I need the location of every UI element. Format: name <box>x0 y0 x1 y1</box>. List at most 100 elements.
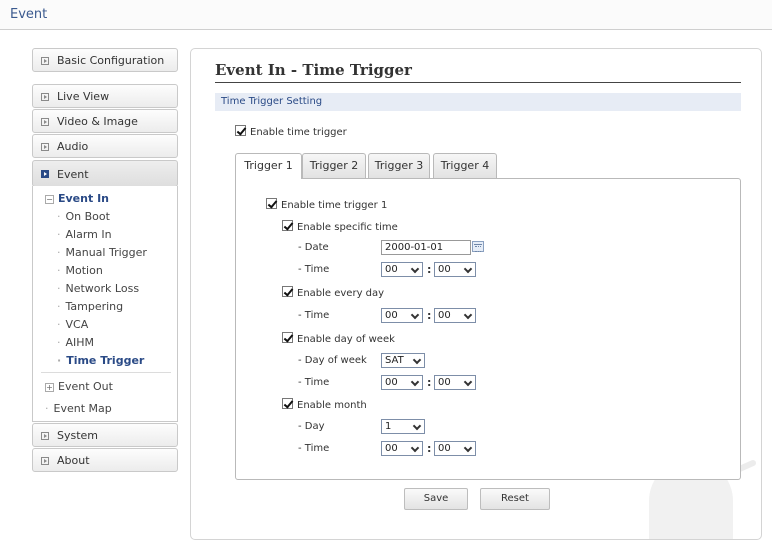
submenu-item-alarm-in[interactable]: · Alarm In <box>57 228 112 241</box>
month-day-select[interactable]: 1 <box>381 419 425 434</box>
submenu-item-label: Time Trigger <box>66 354 145 367</box>
submenu-item-vca[interactable]: · VCA <box>57 318 88 331</box>
chevron-down-icon <box>410 310 420 320</box>
enable-specific-time-label: Enable specific time <box>297 222 398 233</box>
sidebar-item-label: Event <box>57 168 89 181</box>
submenu-event-map[interactable]: · Event Map <box>45 402 112 415</box>
tab-content-trigger-1: Enable time trigger 1 Enable specific ti… <box>235 178 741 480</box>
submenu-item-tampering[interactable]: · Tampering <box>57 300 123 313</box>
day-of-week-select[interactable]: SAT <box>381 353 425 368</box>
submenu-event-in[interactable]: − Event In <box>45 192 109 205</box>
enable-every-day[interactable]: Enable every day <box>282 286 384 299</box>
enable-day-of-week-label: Enable day of week <box>297 334 395 345</box>
top-bar: Event <box>0 0 772 30</box>
sidebar-item-about[interactable]: About <box>32 448 178 472</box>
submenu-item-manual-trigger[interactable]: · Manual Trigger <box>57 246 147 259</box>
expand-icon[interactable]: + <box>45 383 54 392</box>
time-label: - Time <box>298 377 330 388</box>
tab-trigger-2[interactable]: Trigger 2 <box>302 153 366 178</box>
expand-arrow-icon <box>41 457 49 465</box>
section-header-label: Time Trigger Setting <box>221 96 323 107</box>
save-button[interactable]: Save <box>404 488 468 510</box>
submenu-item-label: Motion <box>65 264 103 277</box>
select-value: 00 <box>385 264 398 275</box>
sidebar-item-event[interactable]: Event <box>32 160 178 187</box>
submenu-item-label: Alarm In <box>65 228 112 241</box>
page-title: Event In - Time Trigger <box>215 61 412 79</box>
chevron-down-icon <box>463 377 473 387</box>
day-of-week-minute-select[interactable]: 00 <box>434 375 476 390</box>
expand-arrow-icon <box>41 170 49 178</box>
every-day-hour-select[interactable]: 00 <box>381 308 423 323</box>
sidebar-item-live-view[interactable]: Live View <box>32 84 178 108</box>
select-value: SAT <box>385 355 404 366</box>
reset-button[interactable]: Reset <box>480 488 550 510</box>
tab-trigger-1[interactable]: Trigger 1 <box>235 153 302 179</box>
sidebar-item-label: About <box>57 454 90 467</box>
select-value: 00 <box>438 264 451 275</box>
divider <box>41 372 171 373</box>
enable-month-checkbox[interactable] <box>282 398 293 409</box>
enable-month-label: Enable month <box>297 400 367 411</box>
time-label: - Time <box>298 264 330 275</box>
day-of-week-hour-select[interactable]: 00 <box>381 375 423 390</box>
month-hour-select[interactable]: 00 <box>381 441 423 456</box>
enable-trigger-1[interactable]: Enable time trigger 1 <box>266 198 387 211</box>
sidebar-item-label: Basic Configuration <box>57 54 165 67</box>
sidebar-item-system[interactable]: System <box>32 423 178 447</box>
specific-minute-select[interactable]: 00 <box>434 262 476 277</box>
expand-arrow-icon <box>41 118 49 126</box>
enable-time-trigger[interactable]: Enable time trigger <box>235 125 347 138</box>
chevron-down-icon <box>412 421 422 431</box>
select-value: 00 <box>385 377 398 388</box>
collapse-icon[interactable]: − <box>45 195 54 204</box>
enable-trigger-1-label: Enable time trigger 1 <box>281 200 388 211</box>
sidebar-item-label: Audio <box>57 140 89 153</box>
chevron-down-icon <box>463 443 473 453</box>
submenu-item-label: AIHM <box>65 336 95 349</box>
chevron-down-icon <box>410 264 420 274</box>
date-field[interactable]: 2000-01-01 <box>381 240 471 255</box>
tab-trigger-3[interactable]: Trigger 3 <box>368 153 430 178</box>
month-minute-select[interactable]: 00 <box>434 441 476 456</box>
enable-every-day-checkbox[interactable] <box>282 286 293 297</box>
chevron-down-icon <box>412 355 422 365</box>
enable-trigger-1-checkbox[interactable] <box>266 198 277 209</box>
submenu-item-network-loss[interactable]: · Network Loss <box>57 282 139 295</box>
expand-arrow-icon <box>41 57 49 65</box>
sidebar-item-video-image[interactable]: Video & Image <box>32 109 178 133</box>
submenu-item-on-boot[interactable]: · On Boot <box>57 210 110 223</box>
sidebar-item-basic-configuration[interactable]: Basic Configuration <box>32 48 178 72</box>
sidebar-item-label: Live View <box>57 90 110 103</box>
submenu-event-out-label: Event Out <box>58 380 113 393</box>
event-submenu: − Event In · On Boot · Alarm In · Manual Tri… <box>32 186 178 422</box>
submenu-event-out[interactable]: + Event Out <box>45 380 113 393</box>
title-divider <box>215 82 741 83</box>
time-label: - Time <box>298 443 330 454</box>
sidebar-item-label: Video & Image <box>57 115 138 128</box>
enable-day-of-week-checkbox[interactable] <box>282 332 293 343</box>
submenu-item-label: Manual Trigger <box>65 246 147 259</box>
section-header: Time Trigger Setting <box>215 93 741 111</box>
submenu-item-aihm[interactable]: · AIHM <box>57 336 94 349</box>
sidebar-item-audio[interactable]: Audio <box>32 134 178 158</box>
enable-every-day-label: Enable every day <box>297 288 385 299</box>
enable-specific-time-checkbox[interactable] <box>282 220 293 231</box>
main-panel: Event In - Time Trigger Time Trigger Set… <box>190 48 762 540</box>
chevron-down-icon <box>410 377 420 387</box>
calendar-icon[interactable] <box>472 241 484 252</box>
enable-month[interactable]: Enable month <box>282 398 367 411</box>
specific-hour-select[interactable]: 00 <box>381 262 423 277</box>
submenu-item-motion[interactable]: · Motion <box>57 264 103 277</box>
select-value: 1 <box>385 421 392 432</box>
enable-specific-time[interactable]: Enable specific time <box>282 220 398 233</box>
enable-day-of-week[interactable]: Enable day of week <box>282 332 395 345</box>
tab-trigger-4[interactable]: Trigger 4 <box>433 153 497 178</box>
enable-time-trigger-checkbox[interactable] <box>235 125 246 136</box>
submenu-item-label: Tampering <box>65 300 124 313</box>
every-day-minute-select[interactable]: 00 <box>434 308 476 323</box>
submenu-item-time-trigger[interactable]: · Time Trigger <box>57 354 144 367</box>
time-separator: : <box>427 263 432 276</box>
select-value: 00 <box>438 377 451 388</box>
select-value: 00 <box>438 310 451 321</box>
